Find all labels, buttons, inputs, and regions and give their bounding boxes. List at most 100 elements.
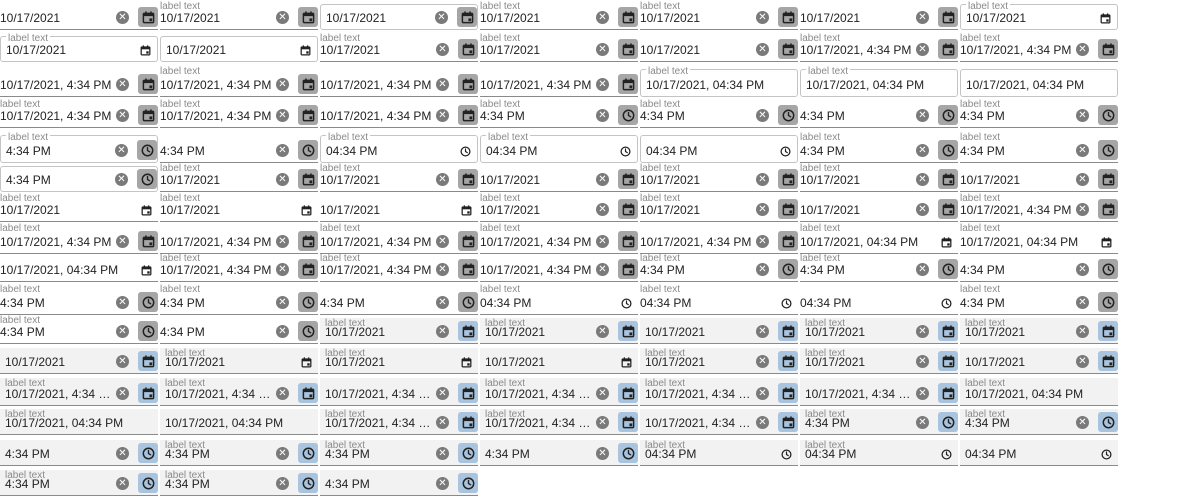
date-picker-field[interactable]: label text ✕ 10/17/2021 bbox=[160, 2, 318, 30]
calendar-icon[interactable] bbox=[299, 44, 311, 56]
datetime-picker-field[interactable]: ✕ 10/17/2021, 4:34 PM bbox=[0, 69, 158, 97]
open-time-picker-button[interactable] bbox=[1098, 259, 1118, 279]
clear-icon[interactable]: ✕ bbox=[596, 43, 609, 56]
open-calendar-button[interactable] bbox=[1098, 39, 1118, 59]
clear-icon[interactable]: ✕ bbox=[436, 78, 449, 91]
clear-icon[interactable]: ✕ bbox=[436, 325, 449, 338]
open-calendar-button[interactable] bbox=[458, 259, 478, 279]
open-calendar-button[interactable] bbox=[1098, 169, 1118, 189]
open-calendar-button[interactable] bbox=[138, 7, 158, 27]
time-picker-field[interactable]: ✕ 4:34 PM bbox=[480, 440, 638, 466]
time-picker-field[interactable]: ✕ 4:34 PM bbox=[0, 440, 158, 466]
open-calendar-button[interactable] bbox=[298, 74, 318, 94]
clear-icon[interactable]: ✕ bbox=[596, 263, 609, 276]
clear-icon[interactable]: ✕ bbox=[596, 387, 609, 400]
clear-icon[interactable]: ✕ bbox=[276, 78, 289, 91]
clear-icon[interactable]: ✕ bbox=[1076, 203, 1089, 216]
open-calendar-button[interactable] bbox=[938, 169, 958, 189]
open-calendar-button[interactable] bbox=[458, 105, 478, 125]
time-picker-field[interactable]: label text ✕ 4:34 PM bbox=[960, 100, 1118, 128]
date-picker-field[interactable]: label text 10/17/2021 bbox=[0, 194, 158, 222]
clock-icon[interactable] bbox=[459, 145, 471, 157]
open-calendar-button[interactable] bbox=[938, 7, 958, 27]
clock-icon[interactable] bbox=[620, 297, 632, 309]
time-picker-field[interactable]: label text 04:34 PM bbox=[480, 285, 638, 315]
open-time-picker-button[interactable] bbox=[938, 105, 958, 125]
datetime-picker-field[interactable]: label text ✕ 10/17/2021, 4:34 PM bbox=[160, 100, 318, 128]
datetime-picker-field[interactable]: ✕ 10/17/2021, 4:34 PM bbox=[320, 102, 478, 128]
open-calendar-button[interactable] bbox=[458, 412, 478, 432]
datetime-picker-field[interactable]: label text ✕ 10/17/2021, 4:34 PM bbox=[320, 254, 478, 282]
open-calendar-button[interactable] bbox=[138, 351, 158, 371]
clear-icon[interactable]: ✕ bbox=[276, 11, 289, 24]
clock-icon[interactable] bbox=[780, 297, 792, 309]
open-calendar-button[interactable] bbox=[1098, 321, 1118, 341]
open-time-picker-button[interactable] bbox=[137, 140, 157, 160]
time-picker-field[interactable]: ✕ 4:34 PM bbox=[160, 135, 318, 163]
datetime-picker-field[interactable]: label text 10/17/2021, 04:34 PM bbox=[960, 224, 1118, 254]
clear-icon[interactable]: ✕ bbox=[756, 355, 769, 368]
open-time-picker-button[interactable] bbox=[618, 443, 638, 463]
datetime-picker-field[interactable]: ✕ 10/17/2021, 4:34 PM bbox=[320, 69, 478, 97]
open-calendar-button[interactable] bbox=[138, 74, 158, 94]
clear-icon[interactable]: ✕ bbox=[1076, 144, 1089, 157]
date-picker-field[interactable]: label text 10/17/2021 bbox=[960, 2, 1118, 30]
time-picker-field[interactable]: label text 04:34 PM bbox=[320, 133, 478, 163]
calendar-icon[interactable] bbox=[1100, 236, 1112, 248]
clock-icon[interactable] bbox=[1100, 448, 1112, 460]
open-calendar-button[interactable] bbox=[458, 169, 478, 189]
time-picker-field[interactable]: 04:34 PM bbox=[960, 440, 1118, 466]
open-calendar-button[interactable] bbox=[138, 231, 158, 251]
open-time-picker-button[interactable] bbox=[138, 473, 158, 493]
date-picker-field[interactable]: ✕ 10/17/2021 bbox=[800, 196, 958, 222]
clear-icon[interactable]: ✕ bbox=[756, 325, 769, 338]
open-calendar-button[interactable] bbox=[778, 351, 798, 371]
clear-icon[interactable]: ✕ bbox=[916, 416, 929, 429]
time-picker-field[interactable]: label text ✕ 4:34 PM bbox=[960, 285, 1118, 315]
date-picker-field[interactable]: 10/17/2021 bbox=[480, 348, 638, 374]
calendar-icon[interactable] bbox=[139, 44, 151, 56]
clear-icon[interactable]: ✕ bbox=[596, 447, 609, 460]
datetime-picker-field[interactable]: label text 10/17/2021, 04:34 PM bbox=[800, 224, 958, 254]
clear-icon[interactable]: ✕ bbox=[596, 235, 609, 248]
open-calendar-button[interactable] bbox=[458, 74, 478, 94]
time-picker-field[interactable]: label text 04:34 PM bbox=[640, 285, 798, 315]
calendar-icon[interactable] bbox=[940, 236, 952, 248]
datetime-picker-field[interactable]: ✕ 10/17/2021, 4:34 PM bbox=[160, 226, 318, 254]
open-calendar-button[interactable] bbox=[938, 39, 958, 59]
date-picker-field[interactable]: ✕ 10/17/2021 bbox=[480, 166, 638, 192]
date-picker-field[interactable]: 10/17/2021 bbox=[320, 196, 478, 222]
datetime-picker-field[interactable]: ✕ 10/17/2021, 4:34 PM bbox=[320, 378, 478, 406]
time-picker-field[interactable]: label text ✕ 4:34 PM bbox=[320, 440, 478, 466]
datetime-picker-field[interactable]: ✕ 10/17/2021, 4:34 PM bbox=[480, 256, 638, 282]
clear-icon[interactable]: ✕ bbox=[436, 109, 449, 122]
datetime-picker-field[interactable]: label text ✕ 10/17/2021, 4:34 PM bbox=[480, 224, 638, 254]
clear-icon[interactable]: ✕ bbox=[756, 235, 769, 248]
date-picker-field[interactable]: label text ✕ 10/17/2021 bbox=[480, 34, 638, 62]
date-picker-field[interactable]: ✕ 10/17/2021 bbox=[640, 318, 798, 344]
open-calendar-button[interactable] bbox=[778, 412, 798, 432]
clear-icon[interactable]: ✕ bbox=[596, 11, 609, 24]
datetime-picker-field[interactable]: 10/17/2021, 04:34 PM bbox=[160, 409, 318, 435]
open-time-picker-button[interactable] bbox=[778, 105, 798, 125]
clear-icon[interactable]: ✕ bbox=[916, 325, 929, 338]
clock-icon[interactable] bbox=[780, 448, 792, 460]
time-picker-field[interactable]: label text ✕ 4:34 PM bbox=[160, 470, 318, 496]
clear-icon[interactable]: ✕ bbox=[116, 447, 129, 460]
datetime-picker-field[interactable]: ✕ 10/17/2021, 4:34 PM bbox=[640, 226, 798, 254]
datetime-picker-field[interactable]: label text ✕ 10/17/2021, 4:34 PM bbox=[960, 194, 1118, 222]
time-picker-field[interactable]: label text ✕ 4:34 PM bbox=[480, 100, 638, 128]
clear-icon[interactable]: ✕ bbox=[1076, 173, 1089, 186]
clear-icon[interactable]: ✕ bbox=[756, 173, 769, 186]
open-time-picker-button[interactable] bbox=[618, 105, 638, 125]
date-picker-field[interactable]: ✕ 10/17/2021 bbox=[320, 4, 478, 30]
clear-icon[interactable]: ✕ bbox=[116, 235, 129, 248]
clock-icon[interactable] bbox=[940, 448, 952, 460]
date-picker-field[interactable]: label text ✕ 10/17/2021 bbox=[800, 348, 958, 374]
open-time-picker-button[interactable] bbox=[458, 292, 478, 312]
open-calendar-button[interactable] bbox=[618, 7, 638, 27]
datetime-picker-field[interactable]: 10/17/2021, 04:34 PM bbox=[0, 256, 158, 282]
datetime-picker-field[interactable]: label text ✕ 10/17/2021, 4:34 PM bbox=[320, 409, 478, 435]
clear-icon[interactable]: ✕ bbox=[916, 387, 929, 400]
clear-icon[interactable]: ✕ bbox=[276, 109, 289, 122]
